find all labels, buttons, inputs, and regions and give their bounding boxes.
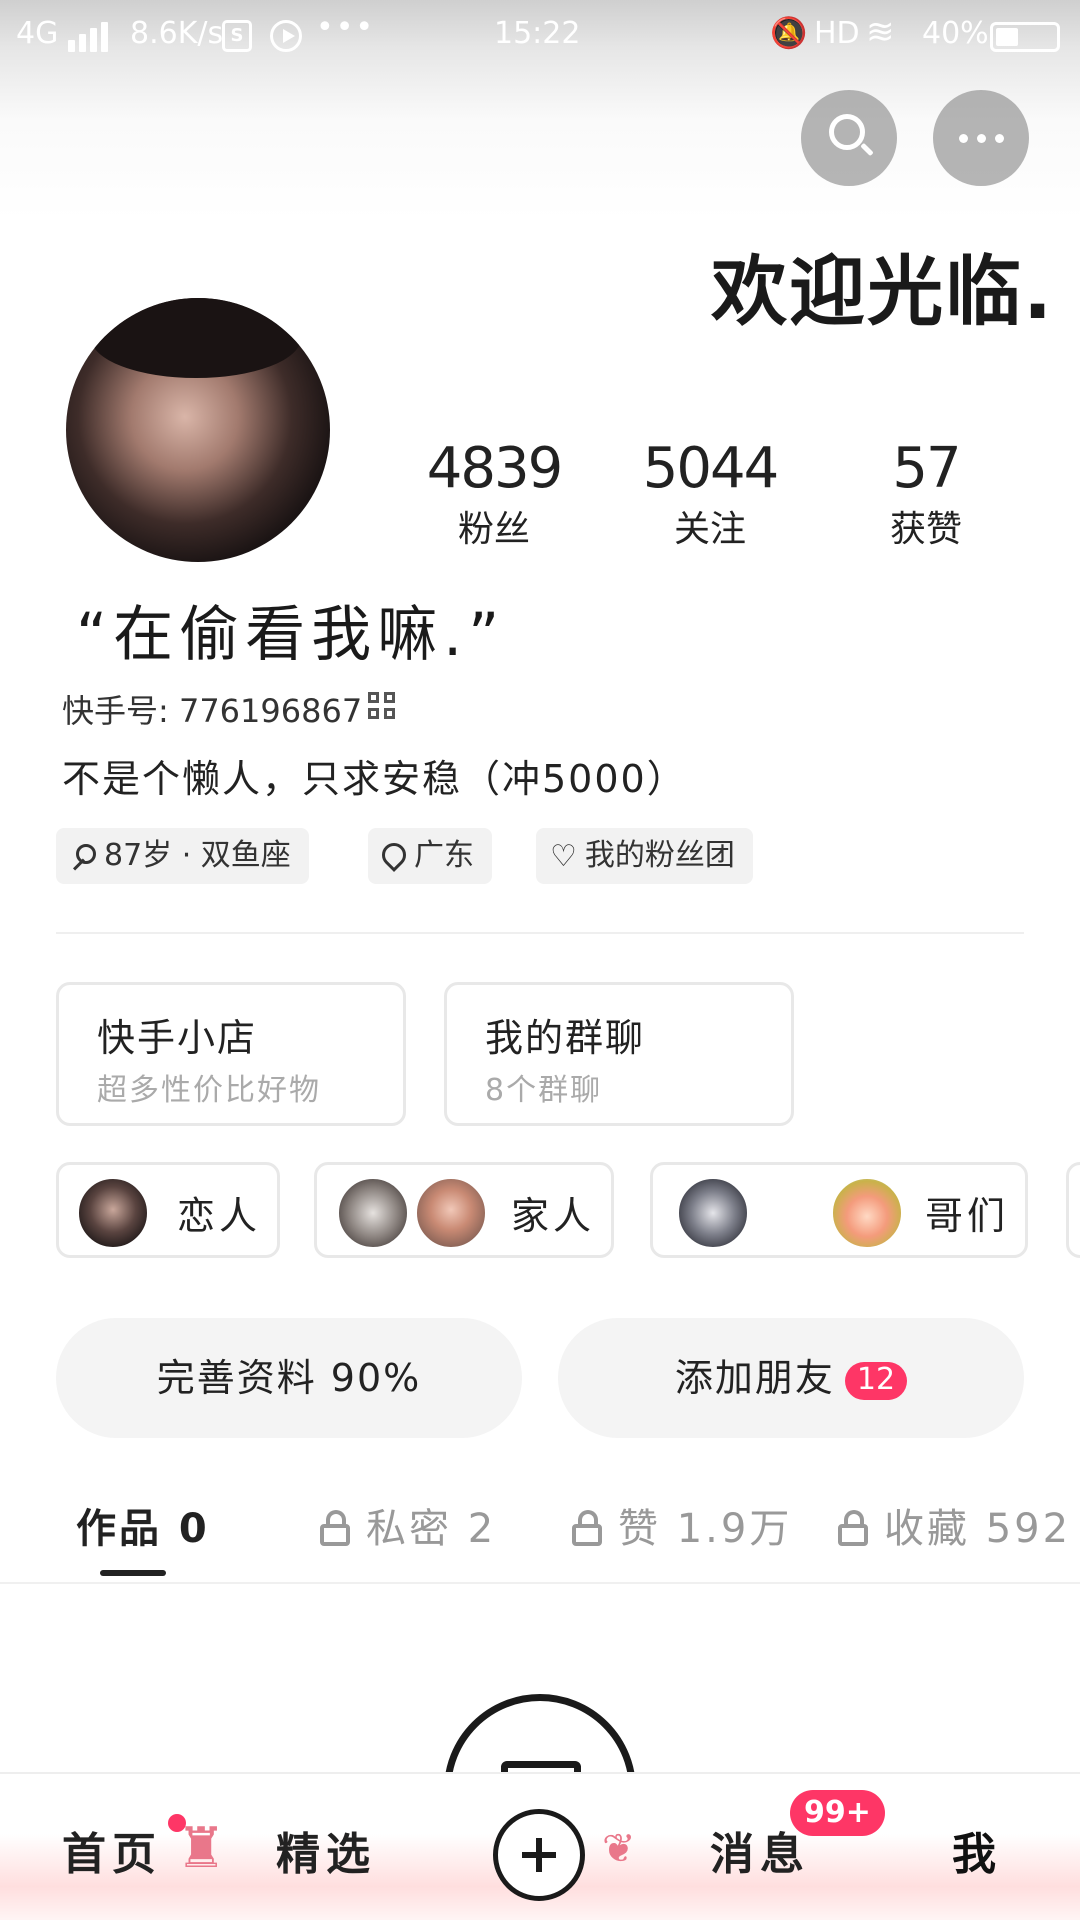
stat-following[interactable]: 5044 关注	[620, 440, 800, 552]
more-icon	[933, 90, 1029, 186]
tab-favorites[interactable]: 收藏 592	[838, 1496, 1071, 1554]
stat-value: 5044	[642, 436, 780, 501]
relation-label: 恋人	[177, 1194, 262, 1238]
tab-label: 收藏 592	[884, 1506, 1072, 1552]
stat-label: 获赞	[889, 509, 962, 550]
add-friends-button[interactable]: 添加朋友 12	[558, 1318, 1024, 1438]
qr-code-icon[interactable]	[368, 692, 398, 722]
age-label: 87岁 · 双鱼座	[104, 838, 291, 873]
bottom-nav: 首页 ♜ 精选 ❦ 消息 99+ 我	[0, 1772, 1080, 1920]
stat-value: 57	[892, 436, 961, 501]
avatar	[77, 1177, 149, 1249]
relation-family[interactable]: 家人	[314, 1162, 614, 1258]
avatar	[415, 1177, 487, 1249]
heart-icon: ♡	[550, 838, 577, 874]
play-icon	[270, 20, 302, 52]
tab-likes[interactable]: 赞 1.9万	[572, 1496, 792, 1554]
search-button[interactable]	[801, 90, 897, 186]
stat-likes[interactable]: 57 获赞	[836, 440, 1016, 552]
welcome-banner: 欢迎光临.	[711, 247, 1054, 336]
bio: 不是个懒人，只求安稳（冲5000）	[62, 757, 687, 801]
fan-group-label: 我的粉丝团	[584, 838, 735, 873]
relation-more[interactable]	[1066, 1162, 1080, 1258]
gender-icon	[70, 843, 96, 870]
status-bar: 4G 8.6K/s S ••• 15:22 🔕 HD ≋ 40%	[0, 0, 1080, 72]
lock-icon	[572, 1510, 602, 1546]
group-chat-card[interactable]: 我的群聊 8个群聊	[444, 982, 794, 1126]
battery-percent: 40%	[922, 16, 989, 51]
tab-indicator	[100, 1570, 166, 1576]
nav-featured[interactable]: 精选	[276, 1818, 376, 1882]
festive-icon: ❦	[602, 1826, 636, 1872]
relation-label: 哥们	[925, 1194, 1010, 1238]
tab-label: 作品 0	[76, 1506, 210, 1552]
relation-label: 家人	[511, 1194, 596, 1238]
location-pin-icon	[382, 843, 406, 871]
kuaishou-id[interactable]: 快手号: 776196867	[62, 686, 362, 732]
nav-me[interactable]: 我	[952, 1818, 1002, 1882]
stat-label: 粉丝	[457, 509, 530, 550]
battery-icon	[990, 22, 1060, 52]
tab-private[interactable]: 私密 2	[320, 1496, 496, 1554]
nav-home[interactable]: 首页	[62, 1818, 162, 1882]
mute-bell-icon: 🔕	[770, 16, 808, 51]
network-type: 4G	[16, 16, 59, 51]
complete-profile-label: 完善资料 90%	[156, 1356, 422, 1400]
lock-icon	[320, 1510, 350, 1546]
hd-indicator: HD	[814, 16, 860, 51]
tab-label: 赞 1.9万	[618, 1506, 793, 1552]
relation-buddies[interactable]: 哥们	[650, 1162, 1028, 1258]
lock-icon	[838, 1510, 868, 1546]
complete-profile-button[interactable]: 完善资料 90%	[56, 1318, 522, 1438]
location-label: 广东	[414, 838, 474, 873]
tab-label: 私密 2	[366, 1506, 497, 1552]
s-app-icon: S	[222, 20, 252, 52]
stat-label: 关注	[673, 509, 746, 550]
clock: 15:22	[494, 16, 581, 51]
add-friends-label: 添加朋友	[674, 1356, 835, 1400]
card-subtitle: 超多性价比好物	[97, 1073, 321, 1108]
network-speed: 8.6K/s	[130, 16, 224, 51]
divider	[56, 932, 1024, 934]
signal-icon	[68, 22, 112, 52]
search-icon	[829, 114, 865, 150]
card-subtitle: 8个群聊	[485, 1073, 603, 1108]
tab-divider	[0, 1582, 1080, 1584]
more-button[interactable]	[933, 90, 1029, 186]
stat-value: 4839	[426, 436, 564, 501]
fan-group-tag[interactable]: ♡ 我的粉丝团	[536, 828, 753, 884]
more-dots-icon: •••	[316, 10, 376, 45]
add-friends-badge: 12	[844, 1361, 908, 1400]
avatar	[337, 1177, 409, 1249]
tab-works[interactable]: 作品 0	[76, 1496, 210, 1554]
festive-icon: ♜	[176, 1816, 227, 1881]
avatar	[831, 1177, 903, 1249]
create-button[interactable]	[493, 1809, 585, 1901]
age-tag[interactable]: 87岁 · 双鱼座	[56, 828, 309, 884]
avatar	[677, 1177, 749, 1249]
relation-lover[interactable]: 恋人	[56, 1162, 280, 1258]
kuaishou-shop-card[interactable]: 快手小店 超多性价比好物	[56, 982, 406, 1126]
nickname: “在偷看我嘛.”	[76, 600, 506, 670]
card-title: 我的群聊	[485, 1016, 646, 1060]
card-title: 快手小店	[97, 1016, 258, 1060]
stat-fans[interactable]: 4839 粉丝	[404, 440, 584, 552]
location-tag[interactable]: 广东	[368, 828, 492, 884]
avatar[interactable]	[66, 298, 330, 562]
wifi-icon: ≋	[866, 12, 895, 52]
messages-badge: 99+	[790, 1790, 885, 1836]
